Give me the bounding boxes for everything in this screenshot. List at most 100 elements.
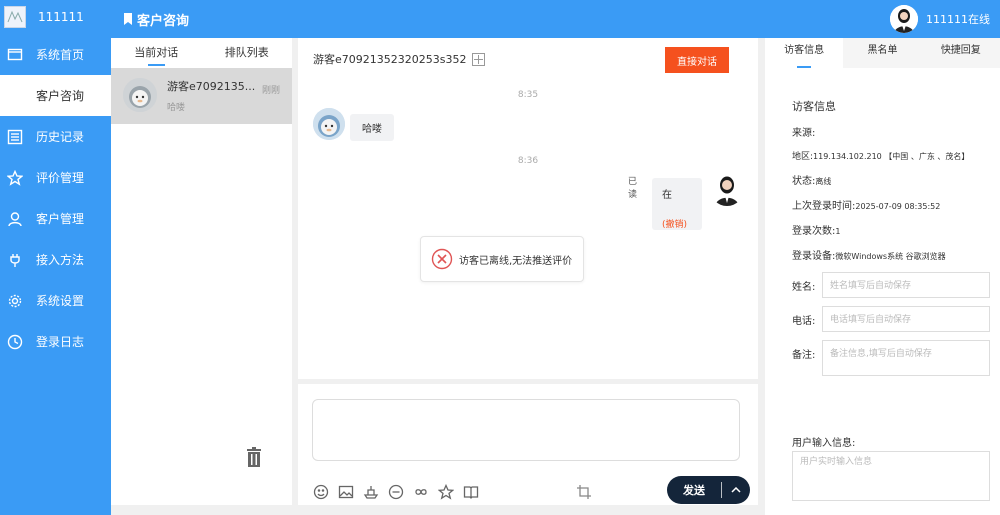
- name-field-row: 姓名: 姓名填写后自动保存: [792, 272, 1000, 298]
- agent-status-area[interactable]: 111111在线: [890, 5, 990, 33]
- device-value: 微软Windows系统 谷歌浏览器: [835, 252, 946, 261]
- conversation-tabs: 当前对话 排队列表: [111, 38, 292, 68]
- star-icon[interactable]: [437, 483, 455, 501]
- user-input-box: 用户实时输入信息: [792, 451, 990, 501]
- last-login-label: 上次登录时间:: [792, 201, 856, 212]
- phone-input[interactable]: 电话填写后自动保存: [822, 306, 990, 332]
- message-time: 8:35: [517, 90, 539, 100]
- withdraw-link[interactable]: (撤销): [662, 217, 692, 230]
- conversation-info: 游客e7092135... 哈喽: [167, 78, 255, 113]
- send-button[interactable]: 发送: [667, 476, 750, 504]
- sidebar-item-settings[interactable]: 系统设置: [0, 280, 111, 321]
- ship-icon[interactable]: [362, 483, 380, 501]
- agent-avatar: [890, 5, 918, 33]
- visitor-message-bubble: 哈喽: [350, 114, 394, 141]
- send-button-label: 发送: [683, 484, 705, 497]
- status-label: 状态:: [792, 176, 816, 187]
- emoji-icon[interactable]: [312, 483, 330, 501]
- clock-icon: [6, 333, 24, 351]
- conversation-list-panel: 当前对话 排队列表 游客e7092135... 哈喽 刚刚: [111, 38, 292, 505]
- visitor-avatar: [313, 108, 345, 140]
- source-label: 来源:: [792, 128, 816, 139]
- tab-blacklist[interactable]: 黑名单: [843, 38, 921, 68]
- last-login-row: 上次登录时间:2025-07-09 08:35:52: [792, 197, 1000, 212]
- name-input[interactable]: 姓名填写后自动保存: [822, 272, 990, 298]
- monitor-icon: [6, 46, 24, 64]
- sidebar-item-label: 系统首页: [36, 48, 85, 62]
- sidebar-item-login-log[interactable]: 登录日志: [0, 321, 111, 362]
- tab-visitor-info[interactable]: 访客信息: [765, 38, 844, 68]
- login-count-row: 登录次数:1: [792, 222, 1000, 237]
- sidebar-username: 111111: [38, 10, 84, 24]
- note-input[interactable]: 备注信息,填写后自动保存: [822, 340, 990, 376]
- sidebar-item-label: 历史记录: [36, 130, 85, 144]
- sidebar-item-label: 接入方法: [36, 253, 85, 267]
- login-count-value: 1: [835, 227, 841, 236]
- source-row: 来源:: [792, 124, 1000, 139]
- status-row: 状态:离线: [792, 172, 1000, 187]
- tab-label: 排队列表: [224, 46, 269, 59]
- chat-header: 游客e70921352320253s352 直接对话: [298, 38, 758, 80]
- sidebar: 111111 系统首页 客户咨询 历史记录 评价管理 客户管理 接入方法 系统设…: [0, 0, 111, 515]
- tab-quick-reply[interactable]: 快捷回复: [922, 38, 1000, 68]
- sidebar-header: 111111: [0, 0, 111, 34]
- region-label: 地区:: [792, 152, 814, 162]
- send-divider: [721, 482, 722, 498]
- note-field-row: 备注: 备注信息,填写后自动保存: [792, 340, 1000, 376]
- phone-label: 电话:: [792, 316, 816, 327]
- minus-circle-icon[interactable]: [387, 483, 405, 501]
- sidebar-item-integration[interactable]: 接入方法: [0, 239, 111, 280]
- tab-current-conversations[interactable]: 当前对话: [111, 38, 202, 68]
- sidebar-item-label: 系统设置: [36, 294, 85, 308]
- note-label: 备注:: [792, 350, 816, 361]
- device-label: 登录设备:: [792, 251, 836, 262]
- tab-label: 当前对话: [134, 46, 179, 59]
- sidebar-item-label: 登录日志: [36, 335, 85, 349]
- device-row: 登录设备:微软Windows系统 谷歌浏览器: [792, 247, 1000, 262]
- crop-icon[interactable]: [576, 484, 592, 500]
- gear-icon: [6, 292, 24, 310]
- sidebar-item-customers[interactable]: 客户管理: [0, 198, 111, 239]
- agent-avatar: [710, 172, 744, 206]
- visitor-avatar: [123, 78, 157, 112]
- error-circle-icon: [431, 248, 453, 270]
- sidebar-item-label: 评价管理: [36, 171, 85, 185]
- book-icon[interactable]: [462, 483, 480, 501]
- sidebar-item-home[interactable]: 系统首页: [0, 34, 111, 75]
- status-value: 离线: [815, 177, 832, 186]
- visitor-name: 游客e70921352320253s352: [313, 53, 467, 66]
- message-time: 8:36: [517, 156, 539, 166]
- sidebar-item-label: 客户管理: [36, 212, 85, 226]
- offline-toast: 访客已离线,无法推送评价: [420, 236, 584, 282]
- image-icon[interactable]: [337, 483, 355, 501]
- agent-online-status: 111111在线: [926, 13, 990, 26]
- agent-message-bubble: 在 (撤销): [652, 178, 702, 230]
- trash-icon[interactable]: [245, 447, 263, 467]
- chevron-up-icon[interactable]: [722, 487, 750, 493]
- plug-icon: [6, 251, 24, 269]
- sidebar-item-history[interactable]: 历史记录: [0, 116, 111, 157]
- user-icon: [6, 210, 24, 228]
- chat-panel: 游客e70921352320253s352 直接对话 8:35 哈喽 8:36 …: [298, 38, 758, 379]
- user-input-title: 用户输入信息:: [792, 438, 856, 449]
- end-conversation-button[interactable]: 直接对话: [665, 47, 729, 73]
- tab-queue-list[interactable]: 排队列表: [202, 38, 293, 68]
- sidebar-item-consult[interactable]: 客户咨询: [0, 75, 111, 116]
- logo-icon: [4, 6, 26, 28]
- page-title: 客户咨询: [137, 13, 190, 29]
- name-label: 姓名:: [792, 282, 816, 293]
- last-login-value: 2025-07-09 08:35:52: [855, 202, 941, 211]
- add-icon[interactable]: [472, 52, 486, 66]
- top-header: 客户咨询 111111在线: [111, 0, 1000, 38]
- toast-message: 访客已离线,无法推送评价: [459, 255, 573, 267]
- visitor-info-panel: 访客信息 黑名单 快捷回复 访客信息 来源: 地区:119.134.102.21…: [765, 38, 1000, 515]
- link-icon[interactable]: [412, 483, 430, 501]
- conversation-item[interactable]: 游客e7092135... 哈喽 刚刚: [111, 68, 292, 124]
- info-title: 访客信息: [792, 100, 836, 113]
- composer-toolbar: [312, 483, 487, 501]
- conversation-name: 游客e7092135...: [167, 80, 256, 93]
- region-row: 地区:119.134.102.210 【中国 、广东 、茂名】: [792, 149, 1000, 162]
- sidebar-item-rating[interactable]: 评价管理: [0, 157, 111, 198]
- read-status: 已读: [628, 177, 638, 200]
- message-input[interactable]: [312, 399, 740, 461]
